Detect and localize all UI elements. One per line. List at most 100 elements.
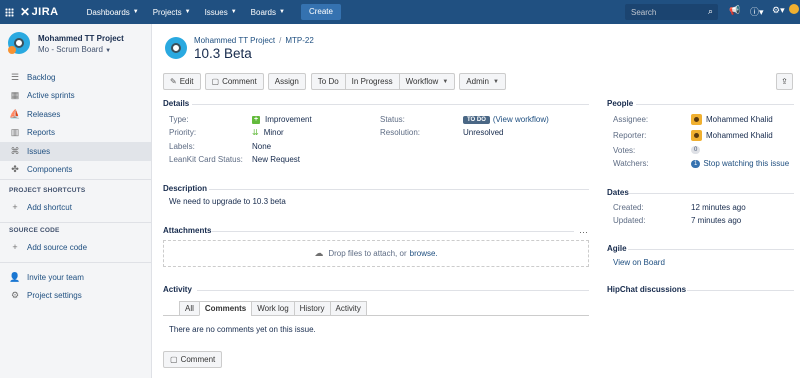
project-avatar[interactable] [8,32,30,54]
description-text[interactable]: We need to upgrade to 10.3 beta [169,197,286,206]
sidebar-item-releases[interactable]: ⛵ Releases [0,105,151,124]
sidebar-item-active-sprints[interactable]: ▦ Active sprints [0,87,151,106]
gear-icon: ⚙ [10,290,20,300]
notifications-icon[interactable]: 📢 [729,5,740,16]
assign-button[interactable]: Assign [267,73,306,90]
chevron-down-icon: ▼ [230,9,237,15]
avatar [691,114,702,125]
sidebar-nav: ☰ Backlog ▦ Active sprints ⛵ Releases ▥ Repo… [0,68,151,179]
votes-count-badge: 0 [691,146,701,154]
project-shortcuts-heading: PROJECT SHORTCUTS [9,187,86,194]
puzzle-icon: ✤ [11,164,19,175]
improvement-icon: + [252,115,260,124]
sidebar-item-reports[interactable]: ▥ Reports [0,124,151,143]
comment-button[interactable]: ▢ Comment [204,73,264,90]
created-label: Created: [613,203,644,212]
breadcrumb-issue-key-link[interactable]: MTP-22 [285,36,313,45]
tab-all[interactable]: All [179,301,200,316]
tab-work-log[interactable]: Work log [251,301,295,316]
leankit-status-value: New Request [252,155,301,164]
chevron-down-icon: ▼ [105,48,112,54]
gear-icon[interactable]: ⚙▾ [772,5,785,16]
status-value: TO DO (View workflow) [463,115,549,124]
section-divider [197,290,589,291]
tab-history[interactable]: History [293,301,331,316]
chart-icon: ▥ [10,127,20,138]
section-divider [628,249,794,250]
comment-icon: ▢ [211,77,220,86]
attachments-heading: Attachments [163,226,212,235]
chevron-down-icon: ▼ [184,9,191,15]
priority-value[interactable]: ⇊ Minor [252,128,284,137]
create-button[interactable]: Create [300,4,341,20]
issues-icon: ⌘ [10,145,20,156]
sidebar-item-components[interactable]: ✤ Components [0,161,151,180]
add-shortcut-link[interactable]: + Add shortcut [9,202,72,212]
priority-minor-icon: ⇊ [252,128,259,137]
more-options-icon[interactable]: ··· [579,227,588,237]
board-switcher[interactable]: Mo - Scrum Board ▼ [38,45,158,54]
avatar [691,130,702,141]
issue-view: Mohammed TT Project / MTP-22 10.3 Beta ✎ Ed… [152,24,800,378]
votes-value[interactable]: 0 [691,146,701,154]
share-button[interactable]: ⇪ [776,73,793,90]
sprint-icon: ▦ [10,90,20,101]
leankit-status-label: LeanKit Card Status: [169,155,243,164]
type-value[interactable]: + Improvement [252,115,312,124]
workflow-button-group: To Do In Progress Workflow ▼ [310,73,456,90]
issue-summary[interactable]: 10.3 Beta [194,46,252,61]
help-icon[interactable]: ⓘ▾ [750,5,764,18]
project-sidebar: Mohammed TT Project Mo - Scrum Board ▼ ☰… [0,24,152,378]
sidebar-divider [0,222,151,223]
invite-team-link[interactable]: 👤 Invite your team [9,272,84,283]
admin-dropdown[interactable]: Admin ▼ [459,73,506,90]
assignee-value[interactable]: Mohammed Khalid [691,114,773,125]
browse-link[interactable]: browse. [410,249,438,258]
activity-heading: Activity [163,285,192,294]
chevron-down-icon: ▼ [442,78,449,85]
search-icon: ⌕ [707,6,713,16]
in-progress-button[interactable]: In Progress [344,73,400,90]
workflow-dropdown[interactable]: Workflow ▼ [398,73,456,90]
issue-toolbar: ✎ Edit ▢ Comment Assign To Do In Progress … [163,73,506,90]
sidebar-item-issues[interactable]: ⌘ Issues [0,142,151,161]
section-divider [687,290,794,291]
labels-value[interactable]: None [252,142,271,151]
updated-label: Updated: [613,216,646,225]
add-source-code-link[interactable]: + Add source code [9,242,87,252]
attachment-dropzone[interactable]: ☁ Drop files to attach, or browse. [163,240,589,267]
dashboards-menu[interactable]: Dashboards ▼ [87,8,139,17]
reporter-label: Reporter: [613,131,647,140]
hipchat-heading: HipChat discussions [607,285,687,294]
add-person-icon: 👤 [9,272,21,282]
section-divider [209,189,589,190]
sidebar-divider [0,262,151,263]
pencil-icon: ✎ [170,77,177,86]
search-input[interactable]: Search ⌕ [625,4,718,20]
edit-button[interactable]: ✎ Edit [163,73,201,90]
boards-menu[interactable]: Boards ▼ [251,8,285,17]
app-switcher-icon[interactable] [0,0,18,24]
tab-comments[interactable]: Comments [198,301,253,316]
issues-menu[interactable]: Issues ▼ [205,8,237,17]
breadcrumb-project-link[interactable]: Mohammed TT Project [194,36,275,45]
project-name[interactable]: Mohammed TT Project [38,34,158,43]
projects-menu[interactable]: Projects ▼ [153,8,191,17]
user-avatar[interactable] [789,4,799,14]
jira-logo[interactable]: ✕ JIRA [20,5,59,19]
project-settings-link[interactable]: ⚙ Project settings [9,290,82,301]
chevron-down-icon: ▼ [132,9,139,15]
priority-label: Priority: [169,128,197,137]
reporter-value[interactable]: Mohammed Khalid [691,130,773,141]
tab-activity[interactable]: Activity [329,301,367,316]
empty-comments-message: There are no comments yet on this issue. [169,325,316,334]
view-workflow-link[interactable]: (View workflow) [493,115,549,124]
watchers-count-badge[interactable]: 1 [691,159,701,168]
add-comment-button[interactable]: ▢ Comment [163,351,223,368]
view-on-board-link[interactable]: View on Board [613,258,665,267]
watchers-value: 1 Stop watching this issue [691,159,789,168]
to-do-button[interactable]: To Do [310,73,346,90]
stop-watching-link[interactable]: Stop watching this issue [703,159,789,168]
plus-icon: + [12,242,18,252]
sidebar-item-backlog[interactable]: ☰ Backlog [0,68,151,87]
